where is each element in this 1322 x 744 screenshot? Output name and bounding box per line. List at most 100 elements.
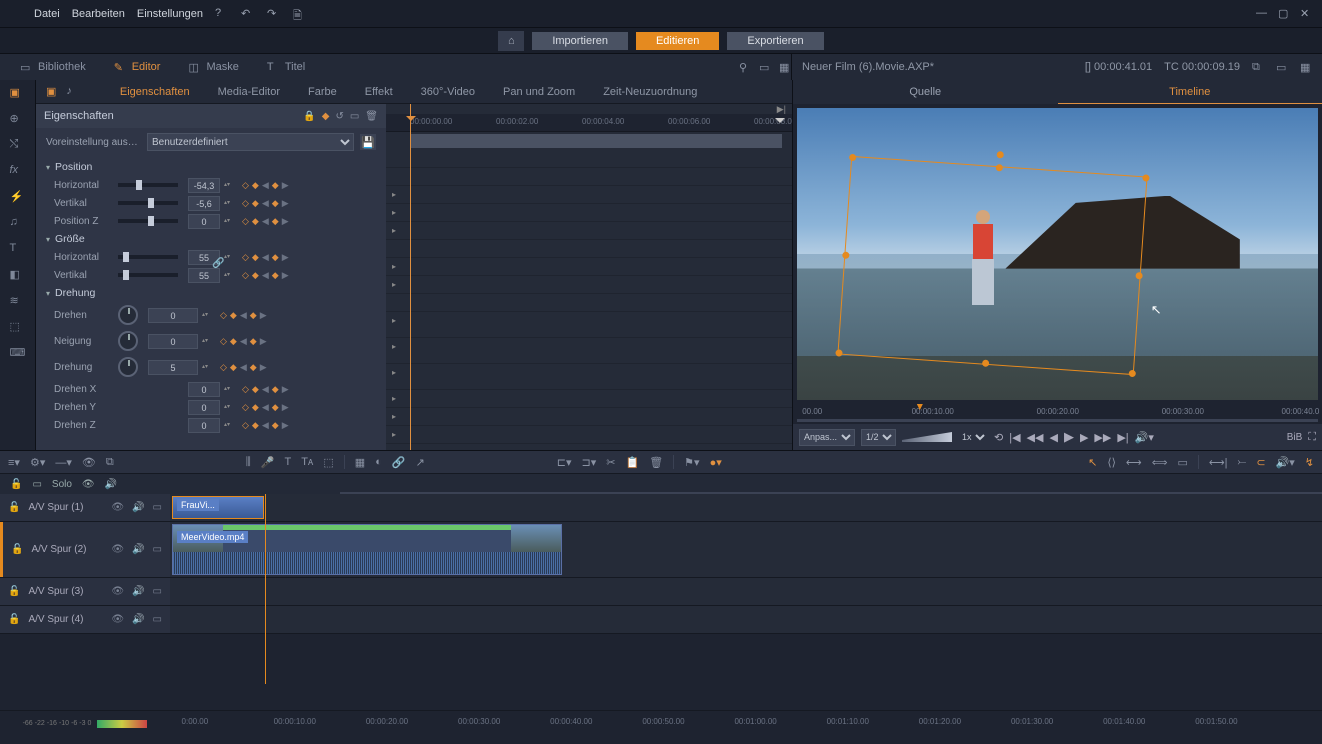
track-lock-icon[interactable]: 🔓 — [8, 586, 20, 597]
layout-icon[interactable]: ▦ — [779, 61, 791, 73]
tl-ext-icon[interactable]: ⧉ — [106, 456, 114, 469]
kf-diamond-icon[interactable]: ◆ — [252, 252, 259, 263]
tool-keyboard-icon[interactable]: ⌨ — [10, 346, 26, 362]
tl-clipboard-icon[interactable]: 📋 — [626, 456, 640, 469]
spinner[interactable]: ▴▾ — [224, 272, 234, 278]
kf-next-icon[interactable]: ▶ — [260, 362, 267, 373]
panel2-icon[interactable]: ▭ — [1276, 61, 1288, 73]
lock-icon[interactable]: 🔒 — [303, 111, 315, 122]
kf-prev-icon[interactable]: ◀ — [262, 384, 269, 395]
preset-save-button[interactable]: 💾 — [360, 134, 376, 150]
dial-rotate[interactable] — [118, 305, 138, 325]
timeline-ruler-bottom[interactable]: -66 -22 -16 -10 -6 -3 0 0:00.00 00:00:10… — [0, 710, 1322, 736]
kf-toggle-icon[interactable]: ◇ — [242, 384, 249, 395]
kf-toggle-icon[interactable]: ◇ — [220, 310, 227, 321]
value-rotate-y[interactable]: 0 — [188, 400, 220, 415]
subtab-properties[interactable]: Eigenschaften — [120, 86, 190, 98]
kf-next-icon[interactable]: ▶ — [282, 252, 289, 263]
tl-menu-icon[interactable]: ≡▾ — [8, 456, 20, 469]
track-lock-icon[interactable]: 🔓 — [8, 614, 20, 625]
kf-next-icon[interactable]: ▶ — [282, 270, 289, 281]
section-position[interactable]: Position — [46, 158, 376, 176]
track-eye-icon[interactable]: 👁 — [111, 614, 124, 625]
kf-toggle-icon[interactable]: ◇ — [242, 420, 249, 431]
subtab-media[interactable]: Media-Editor — [218, 86, 280, 98]
tl-gear-icon[interactable]: ⚙▾ — [30, 456, 45, 469]
track-eye-icon[interactable]: 👁 — [111, 586, 124, 597]
prev-frame-icon[interactable]: ◀◀ — [1027, 431, 1044, 444]
slider-size-horiz[interactable] — [118, 255, 178, 259]
value-rotate-x[interactable]: 0 — [188, 382, 220, 397]
speed-select[interactable]: 1x — [958, 429, 988, 446]
tl-bracket-l-icon[interactable]: ⟨⟩ — [1107, 456, 1116, 469]
track-body[interactable]: MeerVideo.mp4 — [170, 522, 1322, 577]
tl-insert-icon[interactable]: ⊂ — [1256, 456, 1265, 469]
tl-record-icon[interactable]: ●▾ — [710, 456, 722, 469]
kf-diamond-icon[interactable]: ◆ — [252, 216, 259, 227]
track-monitor-icon[interactable]: ▭ — [153, 614, 162, 625]
value-rotate[interactable]: 0 — [148, 308, 198, 323]
track-monitor-icon[interactable]: ▭ — [153, 586, 162, 597]
spinner[interactable]: ▴▾ — [224, 404, 234, 410]
spinner[interactable]: ▴▾ — [224, 182, 234, 188]
fullscreen-icon[interactable]: ⛶ — [1308, 431, 1316, 444]
track-lock-icon[interactable]: 🔓 — [8, 502, 20, 513]
redo-icon[interactable]: ↷ — [267, 7, 281, 21]
tl-mixer-icon[interactable]: ⫼ — [246, 456, 251, 469]
expand-icon[interactable]: ▸ — [392, 280, 396, 289]
popout-icon[interactable]: ⧉ — [1252, 61, 1264, 73]
kf-diamond-icon[interactable]: ◆ — [230, 336, 237, 347]
spinner[interactable]: ▴▾ — [202, 364, 212, 370]
audio-icon[interactable]: ♪ — [66, 85, 72, 98]
track-body[interactable] — [170, 606, 1322, 633]
slider-size-vert[interactable] — [118, 273, 178, 277]
kf-next-icon[interactable]: ▶ — [282, 402, 289, 413]
tl-slip-icon[interactable]: ⟷ — [1126, 456, 1142, 469]
kf-add-icon[interactable]: ◆ — [250, 310, 257, 321]
kf-prev-icon[interactable]: ◀ — [262, 402, 269, 413]
selection-box[interactable] — [837, 156, 1147, 375]
play-icon[interactable]: ▶ — [1064, 429, 1074, 445]
section-size[interactable]: Größe — [46, 230, 376, 248]
spinner[interactable]: ▴▾ — [224, 200, 234, 206]
nav-export[interactable]: Exportieren — [727, 32, 823, 50]
dial-rotation2[interactable] — [118, 357, 138, 377]
kf-add-icon[interactable]: ◆ — [272, 198, 279, 209]
jog-wheel[interactable] — [902, 432, 952, 442]
expand-icon[interactable]: ▸ — [392, 412, 396, 421]
tool-text-icon[interactable]: T — [10, 242, 26, 258]
pip-label[interactable]: BiB — [1287, 432, 1303, 443]
kf-diamond-icon[interactable]: ◆ — [252, 198, 259, 209]
preview-tab-timeline[interactable]: Timeline — [1058, 80, 1322, 104]
spinner[interactable]: ▴▾ — [224, 218, 234, 224]
preview-ruler[interactable]: 00.00 00:00:10.00 00:00:20.00 00:00:30.0… — [797, 404, 1318, 424]
kf-add-icon[interactable]: ◆ — [272, 216, 279, 227]
tl-monitor-icon[interactable]: ▭ — [1177, 456, 1187, 469]
spinner[interactable]: ▴▾ — [202, 312, 212, 318]
pin-icon[interactable]: ⚲ — [739, 61, 751, 73]
tab-mask[interactable]: ◫Maske — [174, 54, 252, 80]
screen-icon[interactable]: ▭ — [350, 111, 359, 122]
kf-toggle-icon[interactable]: ◇ — [242, 402, 249, 413]
kf-prev-icon[interactable]: ◀ — [262, 198, 269, 209]
kf-add-icon[interactable]: ◆ — [250, 362, 257, 373]
kf-add-icon[interactable]: ◆ — [272, 180, 279, 191]
kf-prev-icon[interactable]: ◀ — [262, 252, 269, 263]
track-mute-icon[interactable]: 🔊 — [132, 586, 144, 597]
tl-share-icon[interactable]: ↗ — [416, 456, 425, 469]
tl-blur-icon[interactable]: ◐ — [375, 456, 382, 468]
preset-select[interactable]: Benutzerdefiniert — [147, 133, 354, 151]
goto-end-icon[interactable]: ▶| — [1117, 431, 1128, 444]
clip-meer[interactable]: MeerVideo.mp4 — [172, 524, 562, 575]
kf-add-icon[interactable]: ◆ — [250, 336, 257, 347]
kf-prev-icon[interactable]: ◀ — [262, 420, 269, 431]
kf-prev-icon[interactable]: ◀ — [240, 336, 247, 347]
tl-magnet-icon[interactable]: ⟷| — [1209, 456, 1228, 469]
track-monitor-icon[interactable]: ▭ — [153, 544, 162, 555]
spinner[interactable]: ▴▾ — [224, 422, 234, 428]
spinner[interactable]: ▴▾ — [202, 338, 212, 344]
menu-file[interactable]: Datei — [34, 8, 60, 20]
tl-snap-icon[interactable]: —▾ — [55, 456, 72, 469]
timeline-ruler-top[interactable] — [170, 474, 1322, 494]
save-icon[interactable]: 🗎 — [293, 7, 307, 21]
